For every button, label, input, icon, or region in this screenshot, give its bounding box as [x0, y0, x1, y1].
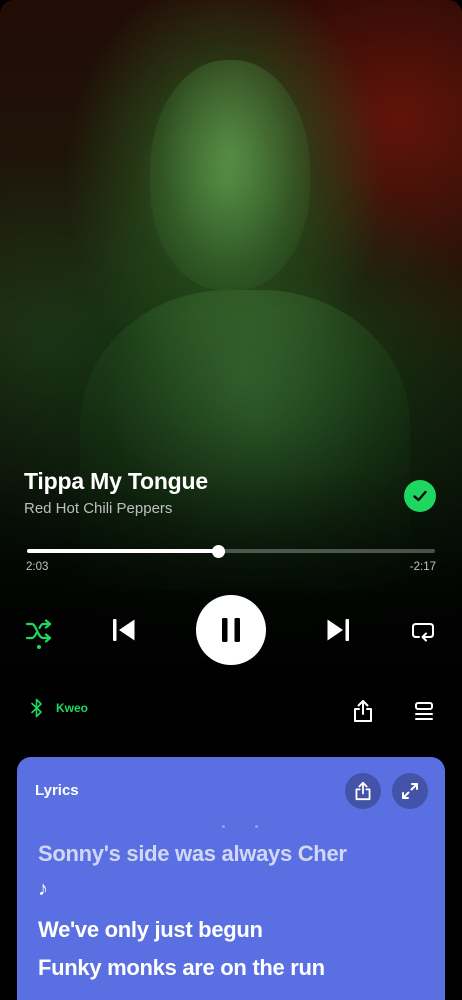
share-icon: [355, 781, 371, 801]
checkmark-icon: [413, 490, 427, 502]
lyrics-scroll-indicator: [222, 825, 258, 828]
share-icon: [354, 700, 372, 722]
share-button[interactable]: [348, 696, 378, 726]
connected-device[interactable]: Kweo: [30, 698, 88, 718]
skip-forward-icon: [327, 619, 349, 641]
lyrics-header: Lyrics: [35, 782, 79, 799]
track-title[interactable]: Tippa My Tongue: [24, 468, 208, 495]
shuffle-icon: [25, 619, 52, 643]
queue-icon: [415, 702, 433, 720]
lyrics-expand-button[interactable]: [392, 773, 428, 809]
expand-icon: [402, 783, 418, 799]
queue-button[interactable]: [409, 696, 439, 726]
lyrics-card[interactable]: Lyrics Sonny's side was always Cher ♪ We…: [17, 757, 445, 1000]
lyrics-share-button[interactable]: [345, 773, 381, 809]
progress-bar-fill: [27, 549, 219, 553]
progress-bar[interactable]: [27, 544, 435, 558]
pause-button[interactable]: [196, 595, 266, 665]
lyric-line[interactable]: Sonny's side was always Cher: [38, 841, 347, 867]
bluetooth-icon: [31, 698, 42, 718]
previous-track-button[interactable]: [106, 612, 142, 648]
repeat-icon: [412, 623, 434, 642]
pager-dot: [222, 825, 225, 828]
repeat-button[interactable]: [406, 614, 440, 648]
remaining-time: -2:17: [409, 561, 436, 573]
track-artist[interactable]: Red Hot Chili Peppers: [24, 500, 172, 517]
now-playing-screen: Tippa My Tongue Red Hot Chili Peppers 2:…: [0, 0, 462, 1000]
progress-scrubber-handle[interactable]: [212, 544, 226, 558]
skip-back-icon: [113, 619, 135, 641]
lyric-line[interactable]: We've only just begun: [38, 917, 263, 943]
elapsed-time: 2:03: [26, 561, 49, 573]
pause-icon: [222, 618, 240, 642]
shuffle-button[interactable]: [22, 614, 56, 648]
lyric-line[interactable]: ♪: [38, 878, 48, 901]
shuffle-active-indicator: [37, 645, 41, 649]
device-name: Kweo: [56, 701, 89, 715]
next-track-button[interactable]: [320, 612, 356, 648]
pager-dot: [255, 825, 258, 828]
lyric-line[interactable]: Funky monks are on the run: [38, 955, 325, 981]
liked-checkmark-button[interactable]: [404, 480, 436, 512]
